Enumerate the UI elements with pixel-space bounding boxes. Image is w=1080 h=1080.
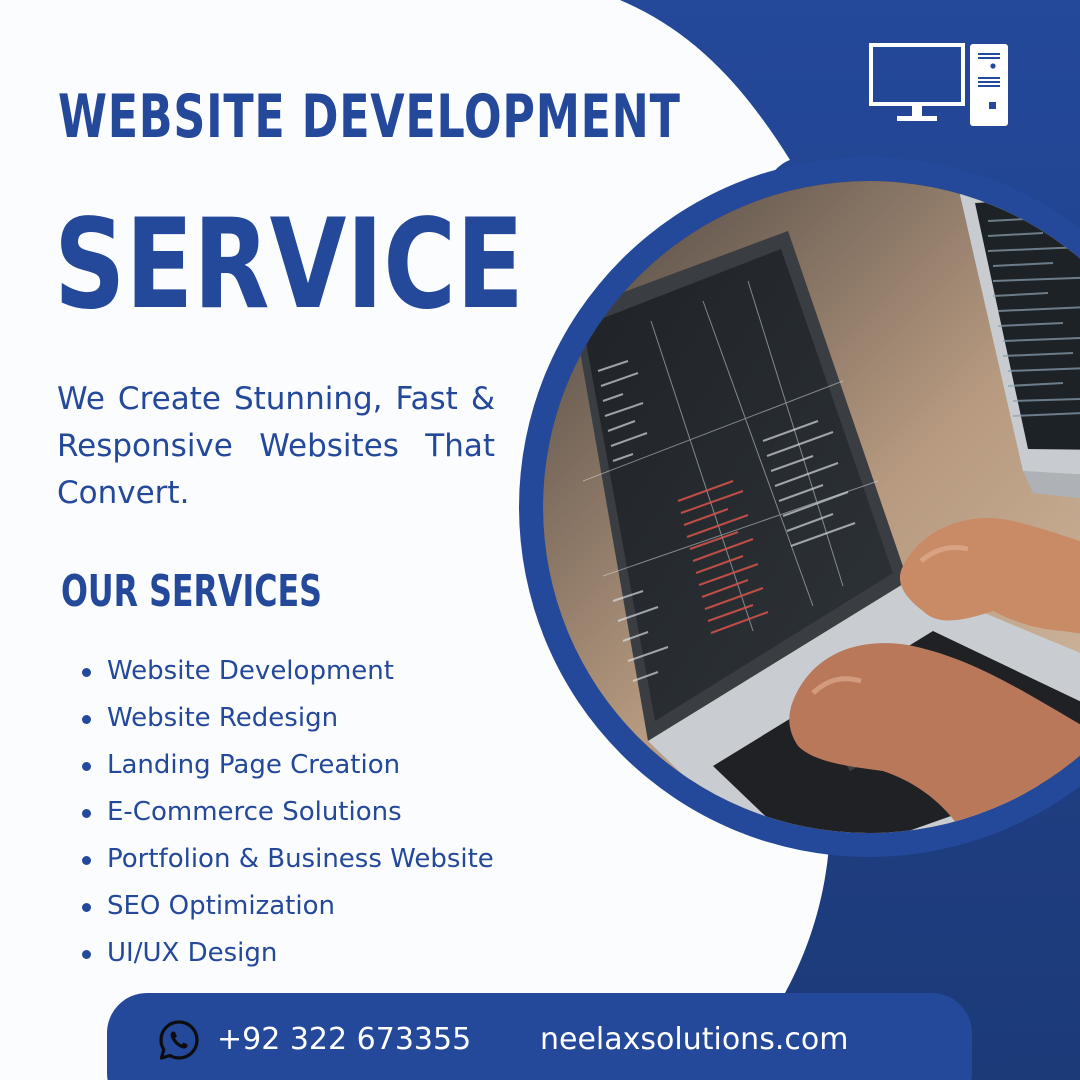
list-item: Website Development [80,648,494,695]
service-label: SEO Optimization [107,891,335,921]
whatsapp-icon[interactable] [157,1018,201,1062]
service-label: UI/UX Design [107,938,278,968]
list-item: Website Redesign [80,695,494,742]
bullet-icon [82,903,91,912]
website-link[interactable]: neelaxsolutions.com [540,1017,848,1063]
bullet-icon [82,668,91,677]
page-subtitle: SERVICE [54,193,524,337]
bullet-icon [82,762,91,771]
list-item: SEO Optimization [80,883,494,930]
page-title: WEBSITE DEVELOPMENT [58,82,681,152]
list-item: UI/UX Design [80,930,494,977]
services-heading: OUR SERVICES [61,566,322,617]
service-label: Website Development [107,656,394,686]
list-item: Portfolion & Business Website [80,836,494,883]
flyer: WEBSITE DEVELOPMENT SERVICE We Create St… [0,0,1080,1080]
list-item: Landing Page Creation [80,742,494,789]
list-item: E-Commerce Solutions [80,789,494,836]
service-label: Landing Page Creation [107,750,401,780]
bullet-icon [82,856,91,865]
bullet-icon [82,715,91,724]
service-label: Portfolion & Business Website [107,844,494,874]
desktop-computer-icon [869,43,1008,126]
bullet-icon [82,809,91,818]
tagline: We Create Stunning, Fast & Responsive We… [57,381,495,511]
services-list: Website Development Website Redesign Lan… [80,648,494,977]
service-label: Website Redesign [107,703,339,733]
bullet-icon [82,950,91,959]
phone-number[interactable]: +92 322 673355 [217,1017,471,1063]
service-label: E-Commerce Solutions [107,797,402,827]
